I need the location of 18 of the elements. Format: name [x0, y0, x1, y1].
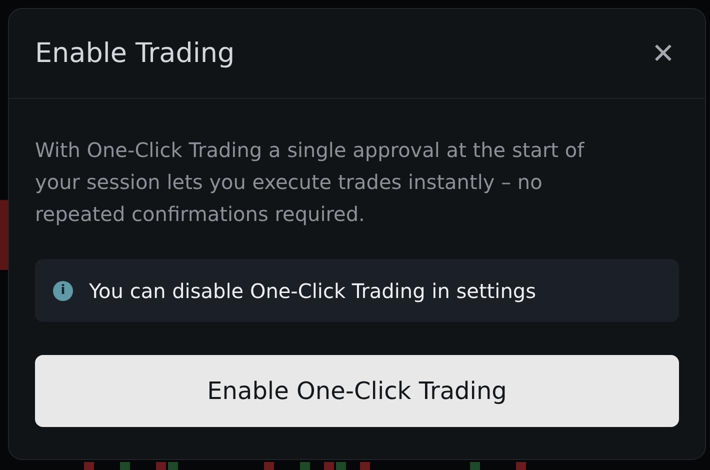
candle [156, 462, 166, 470]
enable-button[interactable]: Enable One-Click Trading [35, 355, 679, 427]
candle [84, 462, 94, 470]
candle [516, 462, 526, 470]
candle [0, 200, 8, 270]
candle [168, 462, 178, 470]
candle [120, 462, 130, 470]
info-text: You can disable One-Click Trading in settings [89, 278, 536, 302]
candle [300, 462, 310, 470]
candle [470, 462, 480, 470]
info-icon: i [53, 280, 73, 300]
candle [336, 462, 346, 470]
dialog-title: Enable Trading [35, 38, 235, 69]
candle [360, 462, 370, 470]
description-text: With One-Click Trading a single approval at the start of your session lets you execute trades instantly – no repeated confirmations required. [35, 137, 586, 228]
close-button[interactable]: ✕ [648, 40, 679, 68]
candle [264, 462, 274, 470]
candle [324, 462, 334, 470]
